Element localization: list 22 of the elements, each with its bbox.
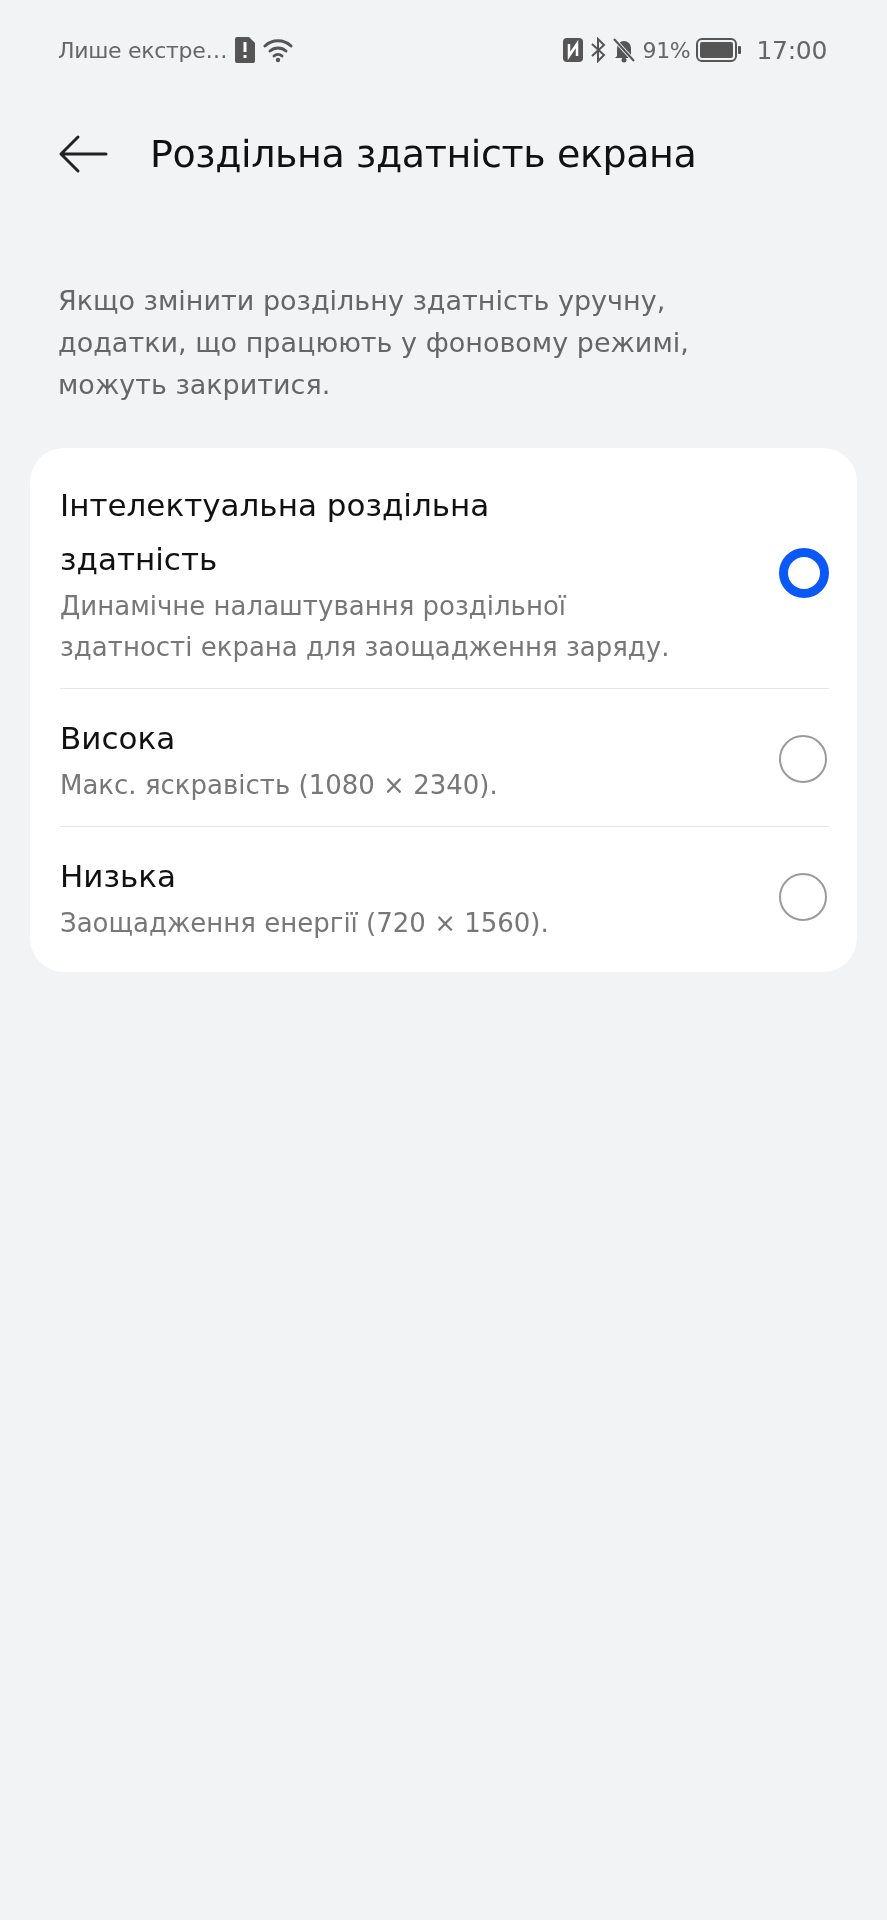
sim-alert-icon <box>235 37 256 63</box>
battery-icon <box>696 38 743 62</box>
option-description: Заощадження енергії (720 × 1560). <box>60 907 550 940</box>
option-title[interactable]: Висока <box>60 711 620 765</box>
wifi-icon <box>263 37 294 63</box>
battery-percent: 91% <box>642 37 691 63</box>
back-button[interactable] <box>58 134 108 174</box>
back-arrow-icon <box>58 134 108 174</box>
option-title[interactable]: Низька <box>60 849 620 903</box>
radio-button[interactable] <box>779 548 829 598</box>
option-description: Макс. яскравість (1080 × 2340). <box>60 769 499 802</box>
muted-bell-icon <box>612 37 637 63</box>
page-title: Роздільна здатність екрана <box>150 132 697 176</box>
description-text: Якщо змінити роздільну здатність уручну, додатки, що працюють у фоновому режимі, можуть закритися. <box>58 284 690 402</box>
radio-button[interactable] <box>779 872 827 921</box>
clock-time: 17:00 <box>756 35 827 65</box>
nfc-icon <box>562 37 585 63</box>
carrier-text: Лише екстре… <box>58 37 228 63</box>
bluetooth-icon <box>590 37 607 63</box>
option-description: Динамічне налаштування роздільної здатності екрана для заощадження заряду. <box>60 590 671 664</box>
option-title[interactable]: Інтелектуальна роздільна здатність <box>60 478 620 586</box>
radio-button[interactable] <box>779 734 827 783</box>
